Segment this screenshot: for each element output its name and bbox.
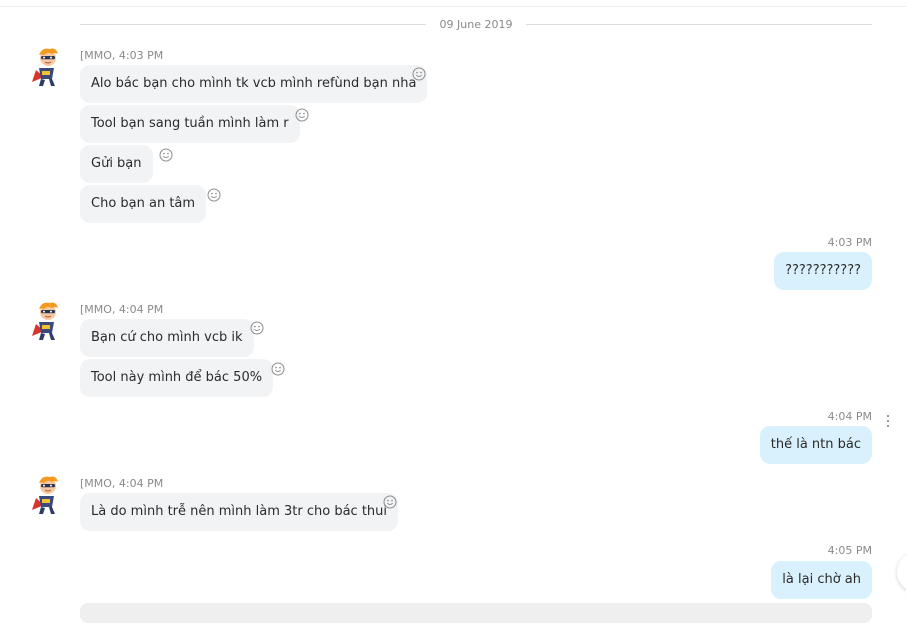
date-divider-line-right (526, 24, 872, 25)
superhero-avatar-icon[interactable] (30, 46, 66, 88)
smiley-reaction-icon[interactable] (207, 188, 221, 202)
message-composer[interactable] (80, 603, 872, 623)
date-divider-label: 09 June 2019 (439, 18, 513, 31)
incoming-message-bubble[interactable]: Là do mình trễ nên mình làm 3tr cho bác … (80, 493, 399, 531)
more-options-icon[interactable] (886, 414, 890, 428)
smiley-reaction-icon[interactable] (383, 495, 397, 509)
sender-name-time: [MMO, 4:04 PM (80, 303, 164, 316)
message-time: 4:05 PM (827, 544, 872, 557)
smiley-reaction-icon[interactable] (412, 67, 426, 81)
smiley-reaction-icon[interactable] (159, 148, 173, 162)
incoming-message-bubble[interactable]: Alo bác bạn cho mình tk vcb mình refùnd … (80, 65, 428, 103)
outgoing-message-bubble[interactable]: thế là ntn bác (759, 426, 872, 464)
incoming-message-bubble[interactable]: Tool bạn sang tuần mình làm r (80, 105, 300, 143)
sender-name-time: [MMO, 4:04 PM (80, 477, 164, 490)
superhero-avatar-icon[interactable] (30, 474, 66, 516)
incoming-message-bubble[interactable]: Cho bạn an tâm (80, 185, 207, 223)
outgoing-message-bubble[interactable]: là lại chờ ah (771, 561, 872, 599)
incoming-message-bubble[interactable]: Tool này mình để bác 50% (80, 359, 274, 397)
outgoing-message-bubble[interactable]: ??????????? (774, 252, 872, 290)
sender-name-time: [MMO, 4:03 PM (80, 49, 164, 62)
incoming-message-bubble[interactable]: Gửi bạn (80, 145, 153, 183)
message-time: 4:03 PM (827, 236, 872, 249)
superhero-avatar-icon[interactable] (30, 300, 66, 342)
scroll-to-bottom-button[interactable] (897, 552, 906, 592)
message-time: 4:04 PM (827, 410, 872, 423)
smiley-reaction-icon[interactable] (271, 362, 285, 376)
smiley-reaction-icon[interactable] (295, 108, 309, 122)
date-divider: 09 June 2019 (80, 17, 872, 33)
incoming-message-bubble[interactable]: Bạn cứ cho mình vcb ik (80, 319, 254, 357)
header-divider (0, 6, 906, 7)
smiley-reaction-icon[interactable] (250, 321, 264, 335)
